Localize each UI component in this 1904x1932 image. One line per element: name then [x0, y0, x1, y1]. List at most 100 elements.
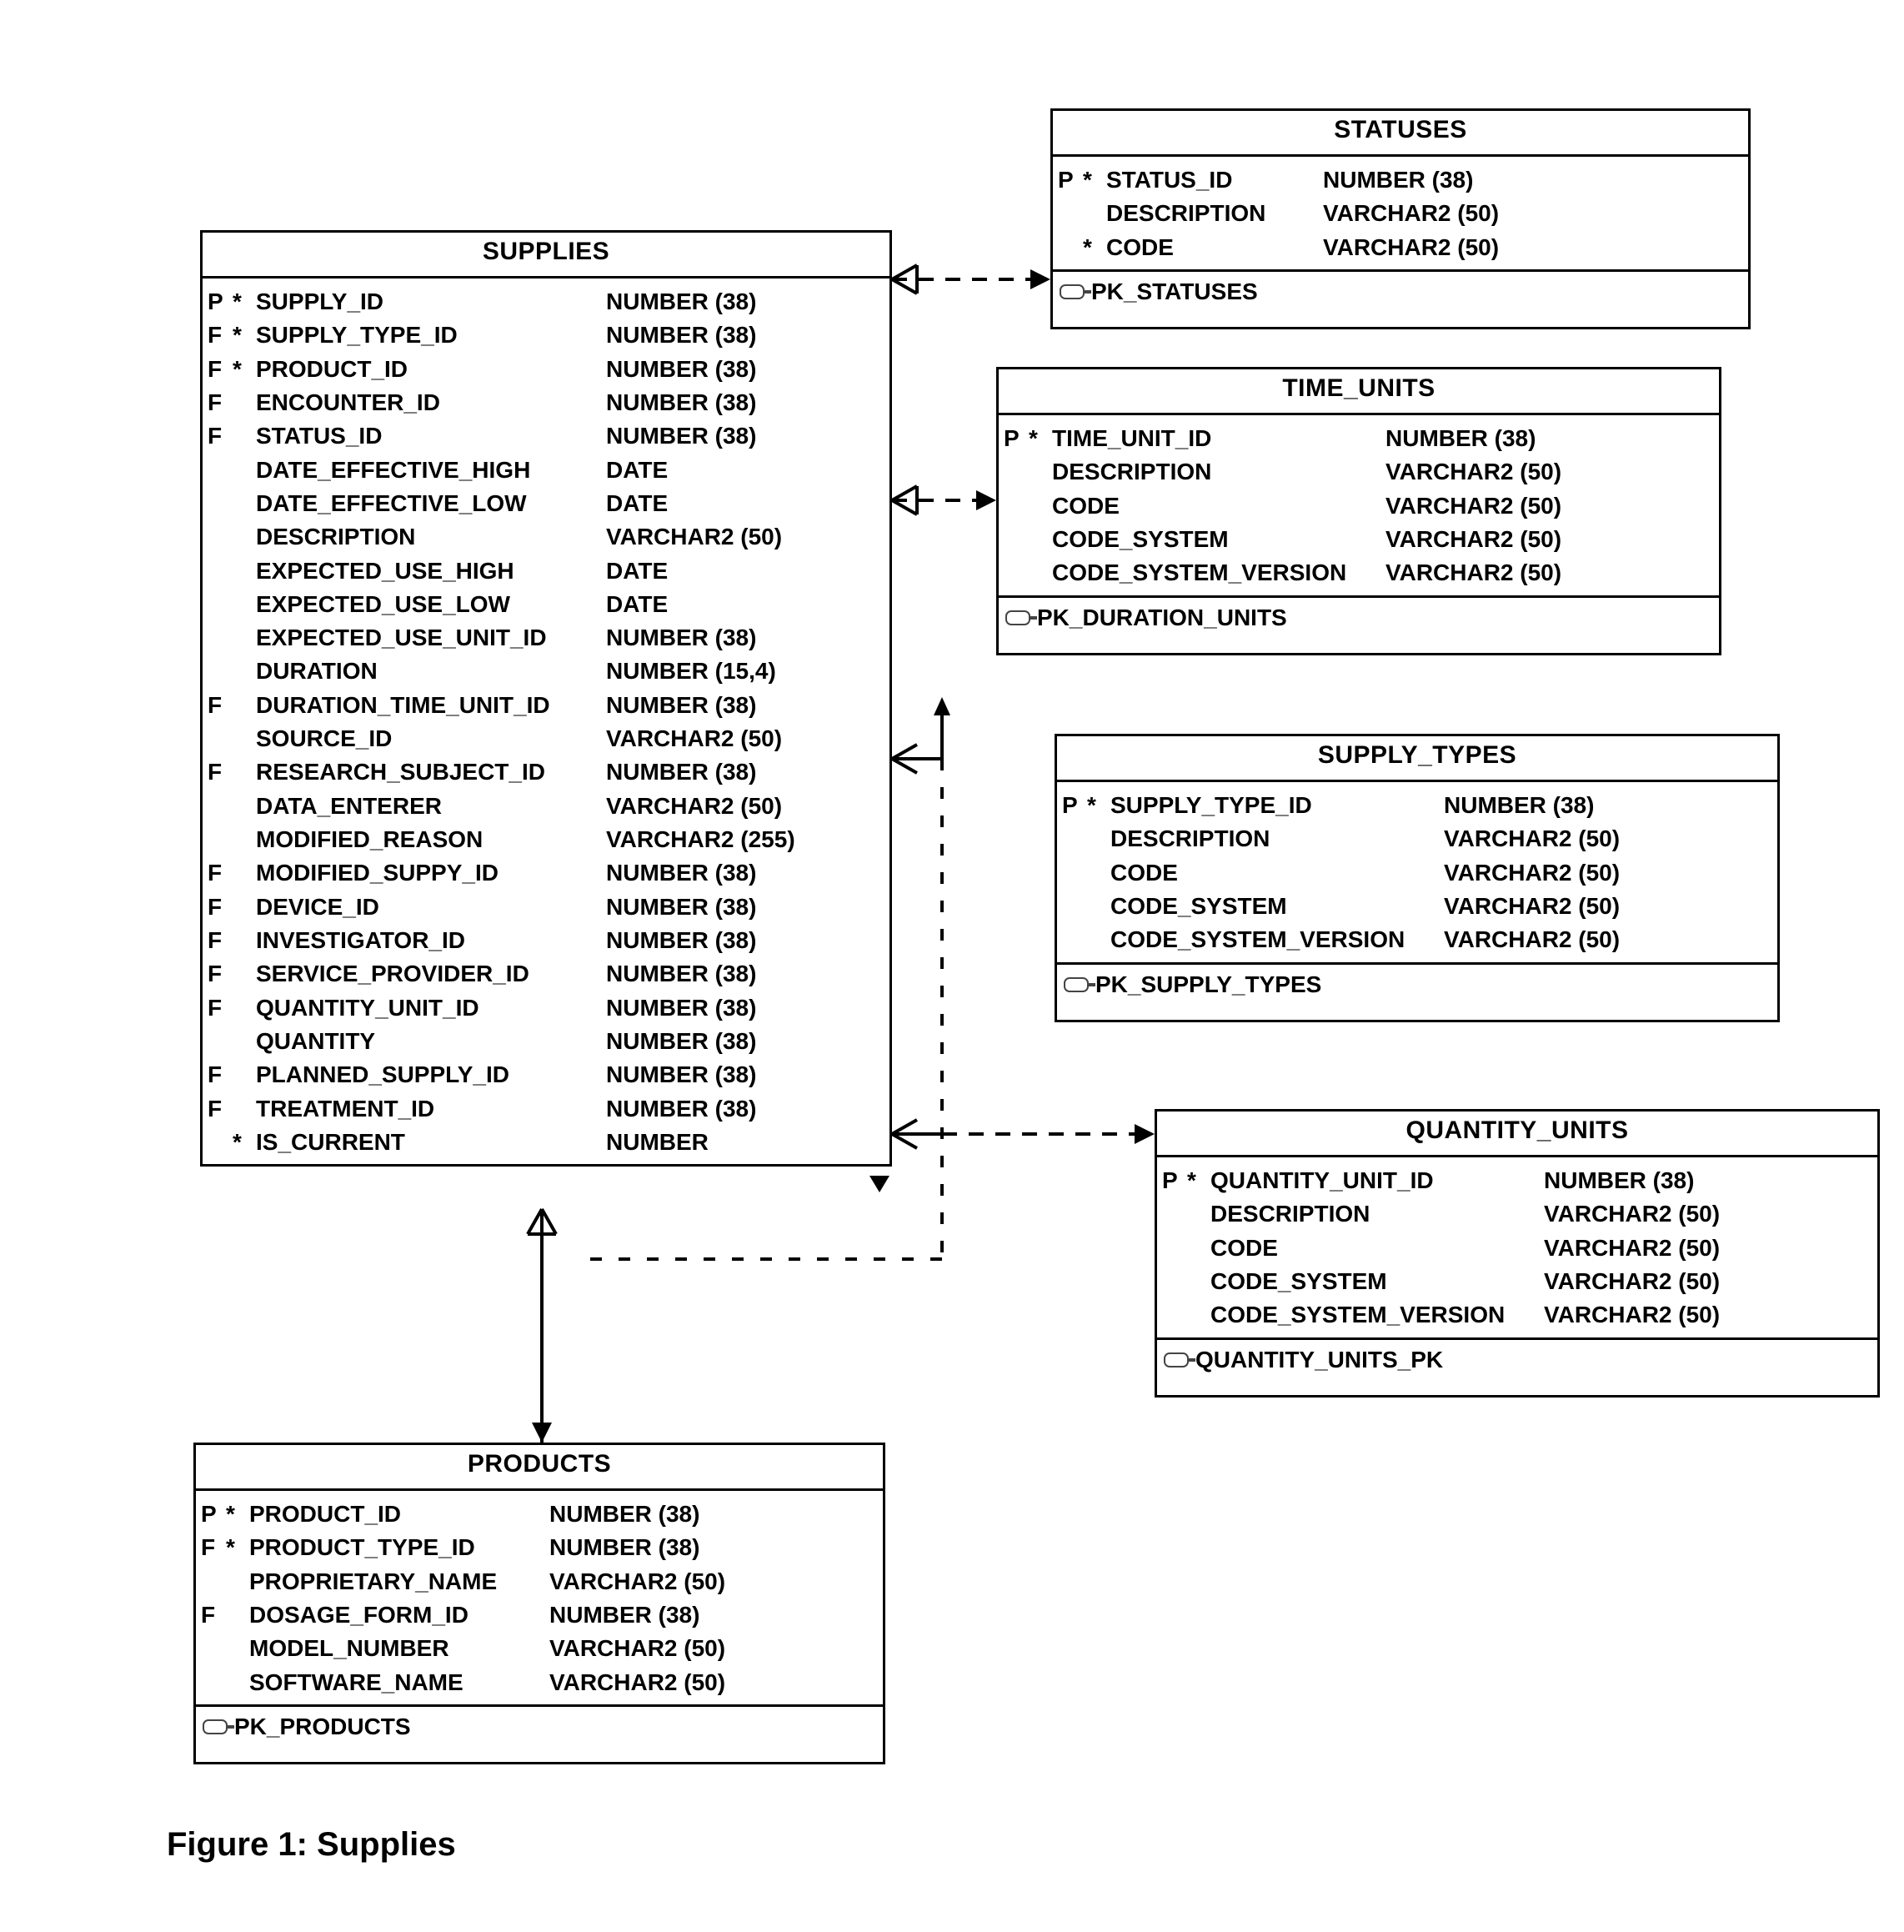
- col-keyflag: F: [204, 856, 233, 890]
- col-keyflag: [204, 722, 233, 755]
- col-name: EXPECTED_USE_HIGH: [256, 555, 606, 588]
- col-name: EXPECTED_USE_UNIT_ID: [256, 621, 606, 655]
- col-keyflag: [1055, 231, 1083, 264]
- col-name: PRODUCT_ID: [249, 1498, 549, 1531]
- col-name: MODIFIED_SUPPY_ID: [256, 856, 606, 890]
- col-keyflag: F: [204, 1058, 233, 1091]
- col-required: [1087, 923, 1110, 956]
- col-type: NUMBER (38): [1544, 1164, 1867, 1197]
- key-icon: [1064, 977, 1089, 992]
- key-icon: [1005, 610, 1030, 625]
- col-type: NUMBER (38): [549, 1498, 873, 1531]
- col-required: [1029, 556, 1052, 590]
- entity-columns: P*STATUS_IDNUMBER (38)DESCRIPTIONVARCHAR…: [1053, 157, 1748, 269]
- col-required: [233, 1058, 256, 1091]
- col-required: [226, 1598, 249, 1632]
- col-required: [233, 454, 256, 487]
- col-name: MODEL_NUMBER: [249, 1632, 549, 1665]
- col-required: [233, 991, 256, 1025]
- col-keyflag: [1159, 1197, 1187, 1231]
- col-name: CODE: [1052, 489, 1385, 523]
- entity-statuses: STATUSES P*STATUS_IDNUMBER (38)DESCRIPTI…: [1050, 108, 1751, 329]
- col-required: *: [1029, 422, 1052, 455]
- col-name: SUPPLY_TYPE_ID: [1110, 789, 1444, 822]
- col-required: *: [233, 319, 256, 352]
- col-type: NUMBER (38): [606, 353, 879, 386]
- entity-time-units: TIME_UNITS P*TIME_UNIT_IDNUMBER (38)DESC…: [996, 367, 1721, 655]
- col-required: [233, 722, 256, 755]
- col-type: NUMBER (38): [1444, 789, 1767, 822]
- col-name: SUPPLY_ID: [256, 285, 606, 319]
- entity-columns: P*TIME_UNIT_IDNUMBER (38)DESCRIPTIONVARC…: [999, 415, 1719, 595]
- col-keyflag: P: [1059, 789, 1087, 822]
- col-name: DESCRIPTION: [256, 520, 606, 554]
- col-name: DESCRIPTION: [1052, 455, 1385, 489]
- entity-pk: QUANTITY_UNITS_PK: [1157, 1337, 1877, 1395]
- entity-title: SUPPLIES: [203, 233, 889, 279]
- entity-pk: PK_STATUSES: [1053, 269, 1748, 327]
- col-required: [233, 856, 256, 890]
- er-diagram-canvas: SUPPLIES P*SUPPLY_IDNUMBER (38)F*SUPPLY_…: [0, 0, 1904, 1932]
- col-keyflag: [1000, 455, 1029, 489]
- col-required: [1087, 822, 1110, 856]
- col-name: DESCRIPTION: [1106, 197, 1323, 230]
- col-name: DESCRIPTION: [1210, 1197, 1544, 1231]
- col-name: PLANNED_SUPPLY_ID: [256, 1058, 606, 1091]
- key-icon: [1164, 1352, 1189, 1367]
- col-type: NUMBER (38): [606, 1092, 879, 1126]
- col-keyflag: [1055, 197, 1083, 230]
- col-keyflag: [1000, 523, 1029, 556]
- col-type: VARCHAR2 (50): [606, 520, 879, 554]
- col-keyflag: P: [1159, 1164, 1187, 1197]
- col-type: VARCHAR2 (50): [606, 790, 879, 823]
- col-required: *: [233, 1126, 256, 1159]
- col-keyflag: [198, 1565, 226, 1598]
- entity-pk: PK_PRODUCTS: [196, 1704, 883, 1762]
- col-type: VARCHAR2 (50): [1323, 231, 1738, 264]
- entity-products: PRODUCTS P*PRODUCT_IDNUMBER (38)F*PRODUC…: [193, 1443, 885, 1764]
- col-type: NUMBER (38): [606, 1058, 879, 1091]
- col-keyflag: F: [204, 957, 233, 991]
- col-type: NUMBER (38): [1385, 422, 1709, 455]
- col-required: [233, 755, 256, 789]
- col-required: [1087, 856, 1110, 890]
- entity-title: STATUSES: [1053, 111, 1748, 157]
- col-required: [233, 790, 256, 823]
- col-type: DATE: [606, 487, 879, 520]
- col-keyflag: [198, 1666, 226, 1699]
- entity-columns: P*PRODUCT_IDNUMBER (38)F*PRODUCT_TYPE_ID…: [196, 1491, 883, 1704]
- col-required: [1187, 1298, 1210, 1332]
- col-type: VARCHAR2 (50): [1444, 890, 1767, 923]
- col-name: SOFTWARE_NAME: [249, 1666, 549, 1699]
- col-keyflag: [204, 655, 233, 688]
- col-keyflag: [204, 520, 233, 554]
- col-required: *: [233, 285, 256, 319]
- col-type: VARCHAR2 (50): [1544, 1232, 1867, 1265]
- col-keyflag: F: [204, 386, 233, 419]
- col-required: [1029, 523, 1052, 556]
- col-required: [1029, 455, 1052, 489]
- col-required: [233, 555, 256, 588]
- col-name: QUANTITY: [256, 1025, 606, 1058]
- col-required: *: [1083, 163, 1106, 197]
- col-required: *: [1083, 231, 1106, 264]
- col-keyflag: [1000, 556, 1029, 590]
- col-keyflag: F: [204, 1092, 233, 1126]
- col-type: NUMBER (38): [606, 386, 879, 419]
- col-keyflag: [1159, 1265, 1187, 1298]
- pk-label: PK_SUPPLY_TYPES: [1095, 971, 1321, 998]
- col-name: IS_CURRENT: [256, 1126, 606, 1159]
- col-type: NUMBER (38): [606, 924, 879, 957]
- col-name: DATA_ENTERER: [256, 790, 606, 823]
- col-required: *: [233, 353, 256, 386]
- col-keyflag: [204, 790, 233, 823]
- col-name: DEVICE_ID: [256, 891, 606, 924]
- col-required: [233, 957, 256, 991]
- col-type: NUMBER: [606, 1126, 879, 1159]
- pk-label: PK_PRODUCTS: [234, 1714, 411, 1740]
- col-keyflag: F: [198, 1531, 226, 1564]
- col-name: PRODUCT_TYPE_ID: [249, 1531, 549, 1564]
- entity-columns: P*SUPPLY_IDNUMBER (38)F*SUPPLY_TYPE_IDNU…: [203, 279, 889, 1164]
- col-required: [226, 1666, 249, 1699]
- col-name: PRODUCT_ID: [256, 353, 606, 386]
